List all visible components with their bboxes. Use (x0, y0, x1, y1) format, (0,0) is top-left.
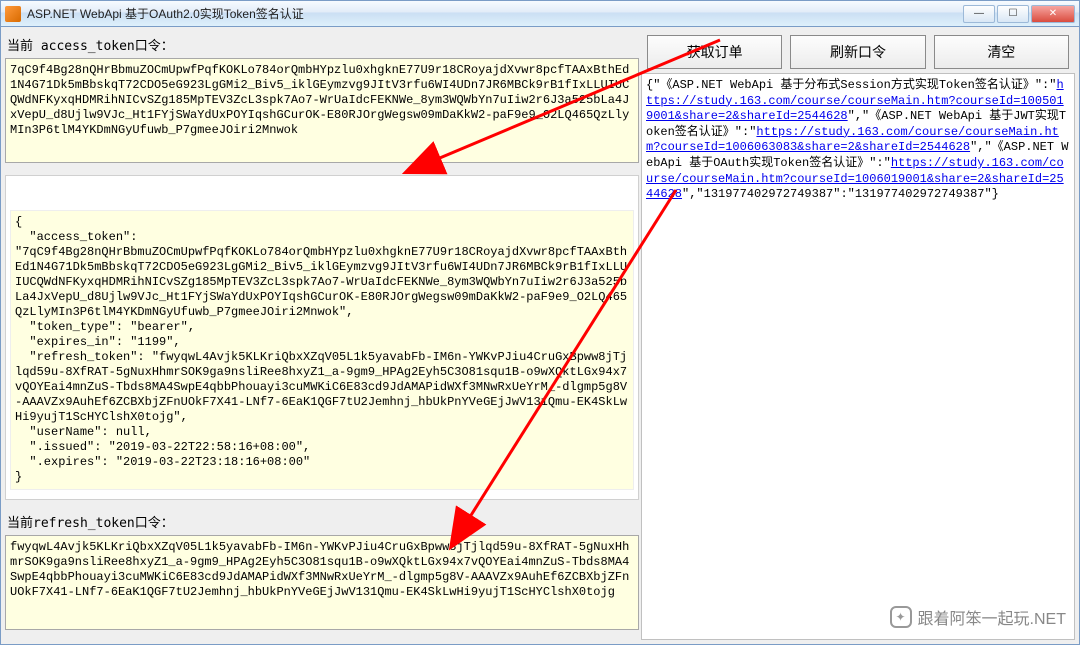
window-title: ASP.NET WebApi 基于OAuth2.0实现Token签名认证 (27, 5, 963, 22)
app-window: ASP.NET WebApi 基于OAuth2.0实现Token签名认证 — ☐… (0, 0, 1080, 645)
access-token-textbox[interactable]: 7qC9f4Bg28nQHrBbmuZOCmUpwfPqfKOKLo784orQ… (5, 58, 639, 163)
token-json-textbox[interactable]: { "access_token": "7qC9f4Bg28nQHrBbmuZOC… (5, 175, 639, 500)
right-column: 获取订单 刷新口令 清空 {"《ASP.NET WebApi 基于分布式Sess… (641, 31, 1075, 640)
content-area: 当前 access_token口令： 7qC9f4Bg28nQHrBbmuZOC… (1, 27, 1079, 644)
close-button[interactable]: ✕ (1031, 5, 1075, 23)
access-token-label: 当前 access_token口令： (5, 31, 639, 56)
button-row: 获取订单 刷新口令 清空 (641, 31, 1075, 71)
result-textbox[interactable]: {"《ASP.NET WebApi 基于分布式Session方式实现Token签… (641, 73, 1075, 640)
result-text-4: ","131977402972749387":"1319774029727493… (682, 187, 999, 201)
left-column: 当前 access_token口令： 7qC9f4Bg28nQHrBbmuZOC… (5, 31, 639, 640)
titlebar[interactable]: ASP.NET WebApi 基于OAuth2.0实现Token签名认证 — ☐… (1, 1, 1079, 27)
refresh-token-button[interactable]: 刷新口令 (790, 35, 925, 69)
window-controls: — ☐ ✕ (963, 5, 1075, 23)
result-text-1: {"《ASP.NET WebApi 基于分布式Session方式实现Token签… (646, 78, 1056, 92)
refresh-token-textbox[interactable]: fwyqwL4Avjk5KLKriQbxXZqV05L1k5yavabFb-IM… (5, 535, 639, 630)
token-json-content: { "access_token": "7qC9f4Bg28nQHrBbmuZOC… (10, 210, 634, 490)
app-icon (5, 6, 21, 22)
maximize-button[interactable]: ☐ (997, 5, 1029, 23)
refresh-token-label: 当前refresh_token口令： (5, 508, 639, 533)
clear-button[interactable]: 清空 (934, 35, 1069, 69)
get-order-button[interactable]: 获取订单 (647, 35, 782, 69)
minimize-button[interactable]: — (963, 5, 995, 23)
